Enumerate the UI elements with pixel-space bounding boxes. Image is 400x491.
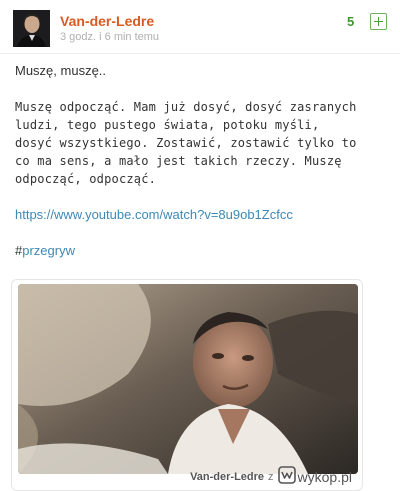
entry-paragraph-2: Muszę odpocząć. Mam już dosyć, dosyć zas… xyxy=(15,100,357,186)
entry-paragraph-1: Muszę, muszę.. xyxy=(15,63,107,78)
video-thumbnail[interactable] xyxy=(18,284,358,474)
wykop-wordmark: wykop.pl xyxy=(297,468,352,485)
entry-body: Muszę, muszę.. Muszę odpocząć. Mam już d… xyxy=(15,62,390,260)
tag-przegryw[interactable]: przegryw xyxy=(22,243,75,258)
entry-card: Van-der-Ledre 3 godz. i 6 min temu 5 Mus… xyxy=(0,0,400,491)
author-name[interactable]: Van-der-Ledre xyxy=(60,13,154,29)
wykop-logo-icon xyxy=(277,466,296,487)
tag-line: #przegryw xyxy=(15,242,390,260)
embed-credit: Van-der-Ledre z wykop.pl xyxy=(190,466,352,487)
youtube-link[interactable]: https://www.youtube.com/watch?v=8u9ob1Zc… xyxy=(15,206,390,224)
avatar[interactable] xyxy=(13,10,50,47)
credit-z: z xyxy=(268,470,274,483)
header-divider xyxy=(0,53,400,54)
vote-count: 5 xyxy=(347,14,355,29)
post-timestamp[interactable]: 3 godz. i 6 min temu xyxy=(60,31,159,43)
embedded-media[interactable]: Van-der-Ledre z wykop.pl xyxy=(11,279,363,491)
upvote-plus-button[interactable] xyxy=(370,13,387,30)
wykop-logo[interactable]: wykop.pl xyxy=(277,466,352,487)
credit-author: Van-der-Ledre xyxy=(190,470,265,483)
